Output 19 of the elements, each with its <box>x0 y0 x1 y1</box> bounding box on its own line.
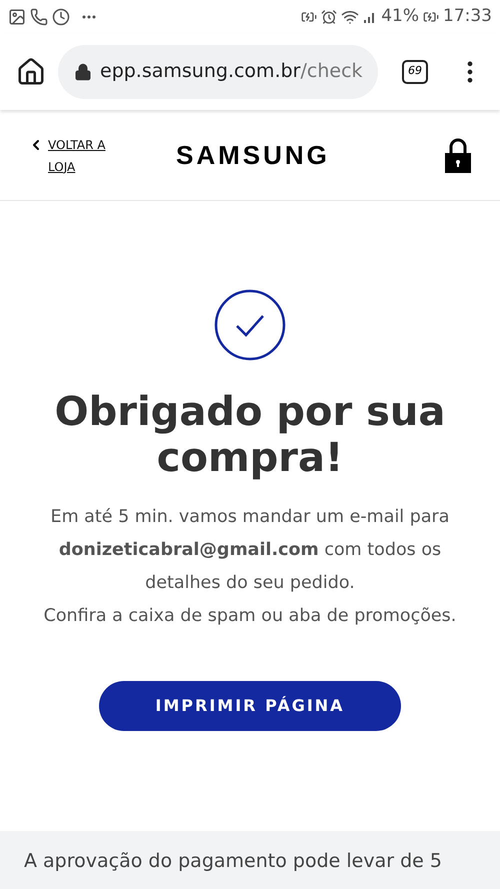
spam-note: Confira a caixa de spam ou aba de promoções. <box>44 605 456 628</box>
gallery-icon <box>8 8 26 26</box>
thank-you-title: Obrigado por sua compra! <box>54 389 446 481</box>
address-bar[interactable]: epp.samsung.com.br/check <box>58 44 378 98</box>
print-button[interactable]: IMPRIMIR PÁGINA <box>99 681 401 731</box>
url-text: epp.samsung.com.br/check <box>100 59 363 84</box>
battery-percent: 41% <box>381 4 419 28</box>
clock-time: 17:33 <box>443 4 492 28</box>
payment-note: A aprovação do pagamento pode levar de 5 <box>24 849 443 874</box>
email-message: Em até 5 min. vamos mandar um e-mail para donizeticabral@gmail.com com todos os detalhes do seu pedido. <box>50 506 450 595</box>
back-link[interactable]: VOLTAR A LOJA <box>48 134 118 178</box>
more-icon <box>82 14 96 18</box>
logo[interactable]: SAMSUNG <box>176 136 444 175</box>
tab-count-button[interactable]: 69 <box>402 60 428 84</box>
padlock-icon <box>444 138 472 174</box>
clock-icon <box>52 8 70 26</box>
home-icon[interactable] <box>16 56 46 86</box>
check-circle-icon <box>214 289 286 361</box>
alarm-icon <box>321 8 338 24</box>
